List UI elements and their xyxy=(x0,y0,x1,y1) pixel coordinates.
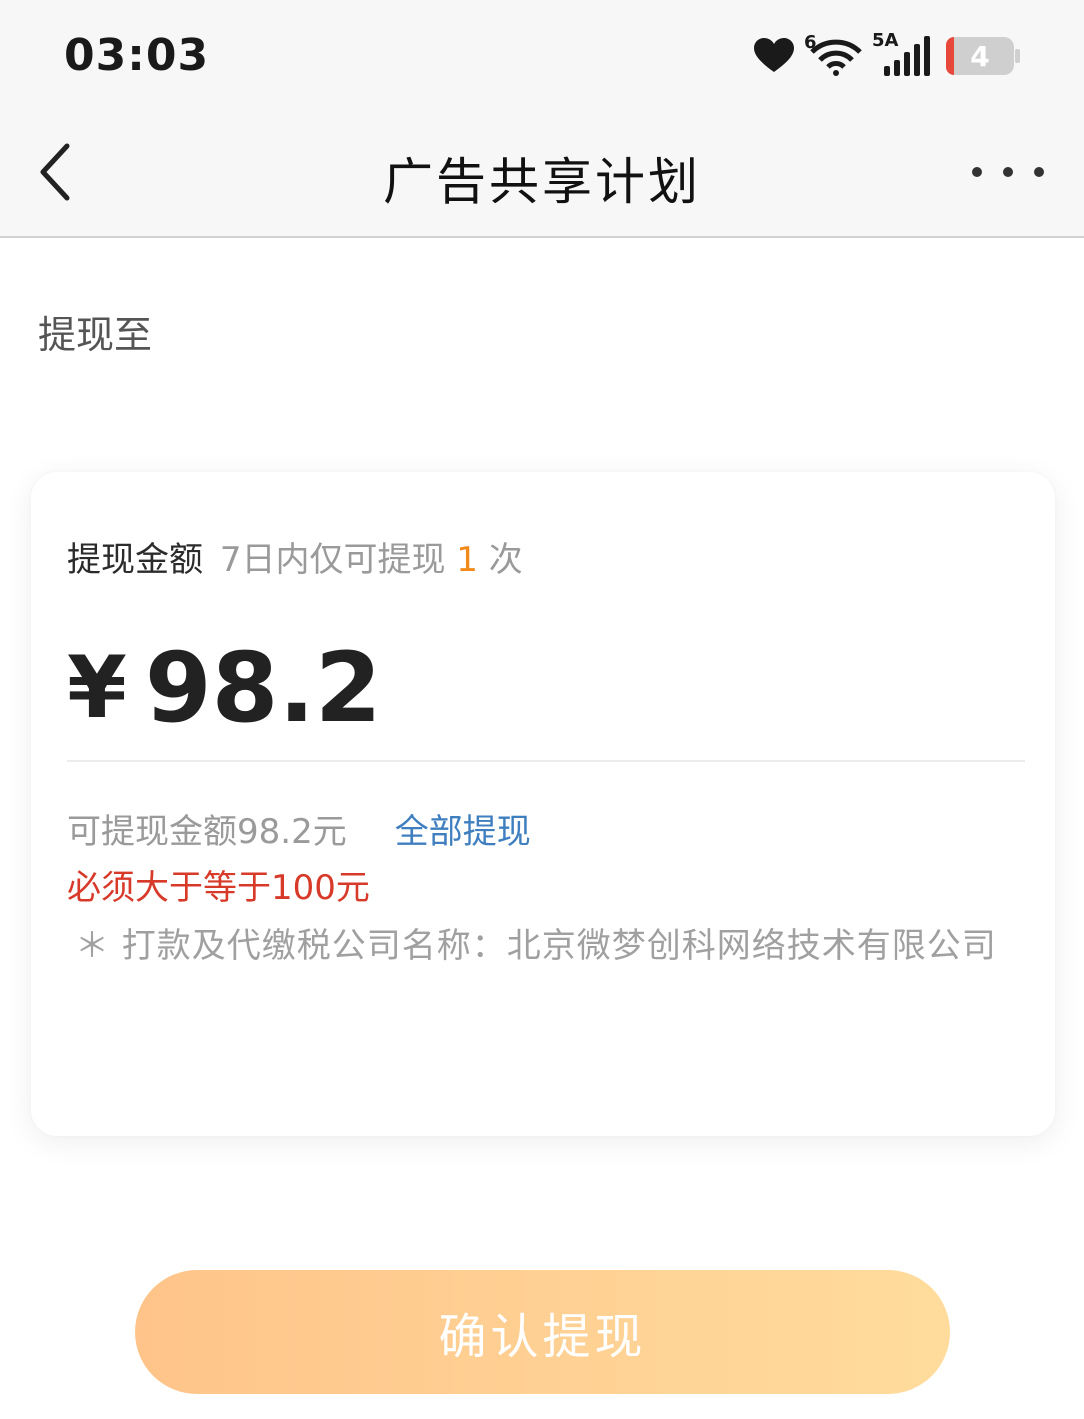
status-time: 03:03 xyxy=(64,30,210,81)
signal-icon: 5A xyxy=(872,30,932,76)
page-title: 广告共享计划 xyxy=(383,153,701,211)
amount-input[interactable]: ¥ 98.2 xyxy=(67,632,382,744)
status-icons: 6 5A 4 xyxy=(754,30,1020,78)
limit-count: 1 xyxy=(456,540,478,580)
limit-hint: 7日内仅可提现 1 次 xyxy=(219,540,523,580)
confirm-withdraw-button[interactable]: 确认提现 xyxy=(135,1270,950,1394)
currency-symbol: ¥ xyxy=(67,638,127,738)
company-note: ＊ 打款及代缴税公司名称：北京微梦创科网络技术有限公司 xyxy=(75,926,997,966)
nav-bar: 广告共享计划 xyxy=(0,112,1084,238)
available-row: 可提现金额98.2元 全部提现 xyxy=(67,804,531,853)
withdraw-all-link[interactable]: 全部提现 xyxy=(395,804,531,853)
signal-badge: 5A xyxy=(872,30,899,51)
status-bar: 03:03 6 5A 4 xyxy=(0,0,1084,112)
wifi-badge: 6 xyxy=(804,32,817,53)
more-dots-icon xyxy=(972,167,982,177)
amount-value: 98.2 xyxy=(144,632,382,744)
error-message: 必须大于等于100元 xyxy=(67,868,370,908)
battery-icon: 4 xyxy=(946,37,1020,75)
wifi-icon: 6 xyxy=(804,32,864,76)
battery-level: 4 xyxy=(970,40,990,73)
heart-icon xyxy=(754,38,794,74)
available-amount: 可提现金额98.2元 xyxy=(67,812,347,852)
withdraw-card: 提现金额 7日内仅可提现 1 次 ¥ 98.2 可提现金额98.2元 全部提现 … xyxy=(31,472,1055,1136)
amount-header: 提现金额 7日内仅可提现 1 次 xyxy=(67,532,523,581)
withdraw-to-label: 提现至 xyxy=(38,313,153,357)
amount-label: 提现金额 xyxy=(67,540,203,580)
more-button[interactable] xyxy=(972,152,1044,192)
divider xyxy=(67,760,1025,762)
